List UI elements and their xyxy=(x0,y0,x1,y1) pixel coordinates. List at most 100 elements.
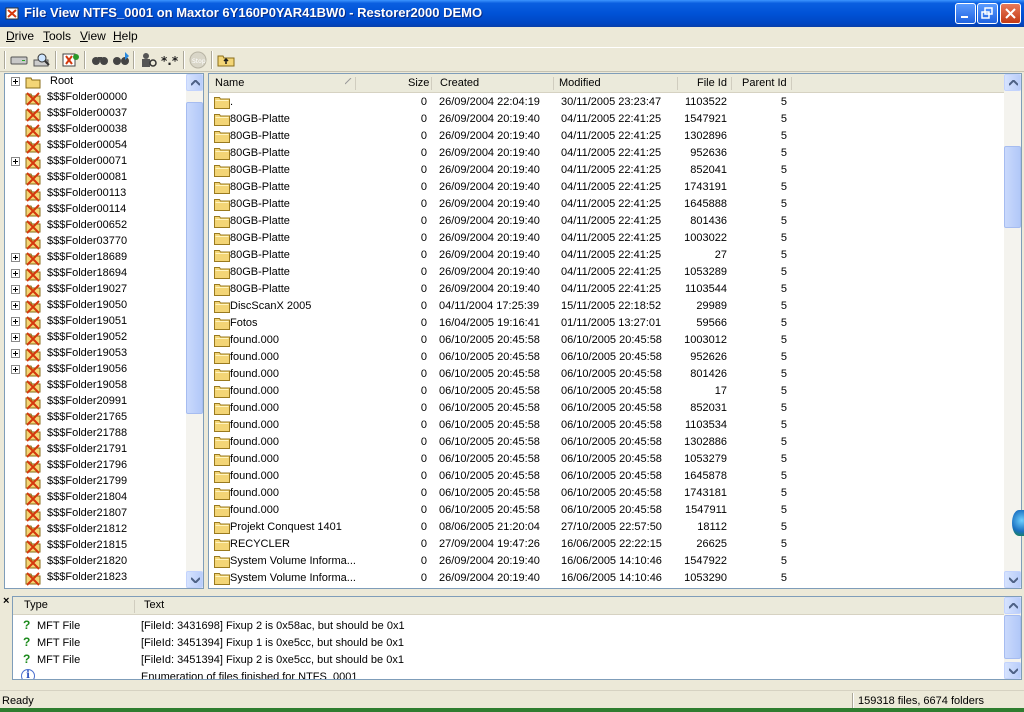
drive-icon[interactable] xyxy=(9,51,29,69)
table-row[interactable]: 80GB-Platte 0 26/09/2004 20:19:40 04/11/200… xyxy=(209,264,1005,281)
file-list[interactable]: Name Size Created Modified File Id Paren… xyxy=(208,73,1022,589)
table-row[interactable]: 80GB-Platte 0 26/09/2004 20:19:40 04/11/200… xyxy=(209,145,1005,162)
log-row[interactable]: ? MFT File [FileId: 3451394] Fixup 1 is 0x… xyxy=(13,635,1005,652)
tree-item[interactable]: $$$Folder19053 xyxy=(5,346,189,362)
column-divider[interactable] xyxy=(553,77,554,90)
menu-view[interactable]: View xyxy=(80,29,106,43)
tree-item[interactable]: $$$Folder00652 xyxy=(5,218,189,234)
tree-item[interactable]: $$$Folder00038 xyxy=(5,122,189,138)
column-type[interactable]: Type xyxy=(24,599,48,611)
stop-icon[interactable]: Stop xyxy=(188,51,208,69)
table-row[interactable]: Projekt Conquest 1401 0 08/06/2005 21:20:0… xyxy=(209,519,1005,536)
tree-item[interactable]: $$$Folder21804 xyxy=(5,490,189,506)
scroll-down-button[interactable] xyxy=(1004,662,1021,679)
scroll-up-button[interactable] xyxy=(1004,597,1021,614)
log-row[interactable]: ? MFT File [FileId: 3451394] Fixup 2 is 0x… xyxy=(13,652,1005,669)
folder-tree[interactable]: Root $$$Folder00000 $$$Folder00037 $$$Fold… xyxy=(4,73,204,589)
expand-icon[interactable] xyxy=(11,77,20,86)
table-row[interactable]: found.000 0 06/10/2005 20:45:58 06/10/2005 … xyxy=(209,434,1005,451)
table-row[interactable]: 80GB-Platte 0 26/09/2004 20:19:40 04/11/200… xyxy=(209,162,1005,179)
table-row[interactable]: System Volume Informa... 0 26/09/2004 20:1… xyxy=(209,570,1005,587)
title-bar[interactable]: File View NTFS_0001 on Maxtor 6Y160P0YAR… xyxy=(0,0,1024,27)
up-folder-icon[interactable] xyxy=(216,51,236,69)
column-parent-id[interactable]: Parent Id xyxy=(742,77,787,89)
scroll-up-button[interactable] xyxy=(1004,74,1021,91)
menu-drive[interactable]: Drive xyxy=(6,29,34,43)
find-users-icon[interactable] xyxy=(139,51,159,69)
tree-item[interactable]: $$$Folder20991 xyxy=(5,394,189,410)
recover-icon[interactable] xyxy=(61,51,81,69)
close-log-button[interactable]: × xyxy=(3,595,9,607)
table-row[interactable]: 80GB-Platte 0 26/09/2004 20:19:40 04/11/200… xyxy=(209,281,1005,298)
tree-item[interactable]: $$$Folder00081 xyxy=(5,170,189,186)
table-row[interactable]: 80GB-Platte 0 26/09/2004 20:19:40 04/11/200… xyxy=(209,213,1005,230)
tree-item[interactable]: $$$Folder19050 xyxy=(5,298,189,314)
tree-item[interactable]: $$$Folder00037 xyxy=(5,106,189,122)
scroll-thumb[interactable] xyxy=(1004,146,1021,228)
table-row[interactable]: found.000 0 06/10/2005 20:45:58 06/10/2005 … xyxy=(209,349,1005,366)
column-divider[interactable] xyxy=(731,77,732,90)
tree-item[interactable]: $$$Folder21823 xyxy=(5,570,189,586)
scroll-down-button[interactable] xyxy=(1004,571,1021,588)
tree-item[interactable]: $$$Folder00114 xyxy=(5,202,189,218)
tree-item[interactable]: $$$Folder19058 xyxy=(5,378,189,394)
log-scrollbar[interactable] xyxy=(1004,597,1021,679)
tree-item[interactable]: $$$Folder21820 xyxy=(5,554,189,570)
table-row[interactable]: 80GB-Platte 0 26/09/2004 20:19:40 04/11/200… xyxy=(209,111,1005,128)
tree-item[interactable]: $$$Folder21812 xyxy=(5,522,189,538)
log-row[interactable]: i Enumeration of files finished for NTFS_… xyxy=(13,669,1005,679)
tree-item[interactable]: $$$Folder19056 xyxy=(5,362,189,378)
table-row[interactable]: System Volume Informa... 0 26/09/2004 20:1… xyxy=(209,553,1005,570)
table-row[interactable]: found.000 0 06/10/2005 20:45:58 06/10/2005 … xyxy=(209,451,1005,468)
table-row[interactable]: 80GB-Platte 0 26/09/2004 20:19:40 04/11/200… xyxy=(209,128,1005,145)
table-row[interactable]: found.000 0 06/10/2005 20:45:58 06/10/2005 … xyxy=(209,400,1005,417)
table-row[interactable]: found.000 0 06/10/2005 20:45:58 06/10/2005 … xyxy=(209,417,1005,434)
expand-icon[interactable] xyxy=(11,301,20,310)
expand-icon[interactable] xyxy=(11,253,20,262)
tree-item[interactable]: $$$Folder21788 xyxy=(5,426,189,442)
tree-item[interactable]: $$$Folder18694 xyxy=(5,266,189,282)
column-name[interactable]: Name xyxy=(215,77,244,89)
tree-item[interactable]: $$$Folder21796 xyxy=(5,458,189,474)
expand-icon[interactable] xyxy=(11,317,20,326)
find-icon[interactable] xyxy=(90,51,110,69)
table-row[interactable]: found.000 0 06/10/2005 20:45:58 06/10/2005 … xyxy=(209,366,1005,383)
column-modified[interactable]: Modified xyxy=(559,77,601,89)
table-row[interactable]: found.000 0 06/10/2005 20:45:58 06/10/2005 … xyxy=(209,485,1005,502)
log-list[interactable]: Type Text ? MFT File [FileId: 3431698] Fix… xyxy=(12,596,1022,680)
scan-icon[interactable] xyxy=(32,51,52,69)
column-divider[interactable] xyxy=(677,77,678,90)
tree-item[interactable]: $$$Folder00000 xyxy=(5,90,189,106)
tree-item[interactable]: $$$Folder19027 xyxy=(5,282,189,298)
tree-item[interactable]: $$$Folder21815 xyxy=(5,538,189,554)
table-row[interactable]: . 0 26/09/2004 22:04:19 30/11/2005 23:23:47… xyxy=(209,94,1005,111)
expand-icon[interactable] xyxy=(11,285,20,294)
scroll-thumb[interactable] xyxy=(186,102,203,414)
table-row[interactable]: found.000 0 06/10/2005 20:45:58 06/10/2005 … xyxy=(209,502,1005,519)
tree-item[interactable]: $$$Folder18689 xyxy=(5,250,189,266)
menu-tools[interactable]: Tools xyxy=(43,29,71,43)
column-size[interactable]: Size xyxy=(408,77,429,89)
close-button[interactable] xyxy=(1000,3,1021,24)
column-divider[interactable] xyxy=(431,77,432,90)
expand-icon[interactable] xyxy=(11,269,20,278)
scroll-thumb[interactable] xyxy=(1004,615,1021,659)
log-row[interactable]: ? MFT File [FileId: 3431698] Fixup 2 is 0x… xyxy=(13,618,1005,635)
table-row[interactable]: Fotos 0 16/04/2005 19:16:41 01/11/2005 13:2… xyxy=(209,315,1005,332)
table-row[interactable]: RECYCLER 0 27/09/2004 19:47:26 16/06/2005 2… xyxy=(209,536,1005,553)
mask-icon[interactable]: *.* xyxy=(160,51,180,69)
scroll-up-button[interactable] xyxy=(186,74,203,91)
tree-item[interactable]: $$$Folder00054 xyxy=(5,138,189,154)
tree-item[interactable]: $$$Folder03770 xyxy=(5,234,189,250)
tree-scrollbar[interactable] xyxy=(186,74,203,588)
column-created[interactable]: Created xyxy=(440,77,479,89)
find-next-icon[interactable] xyxy=(111,51,131,69)
restore-button[interactable] xyxy=(977,3,998,24)
table-row[interactable]: DiscScanX 2005 0 04/11/2004 17:25:39 15/11/… xyxy=(209,298,1005,315)
tree-item[interactable]: $$$Folder19052 xyxy=(5,330,189,346)
minimize-button[interactable] xyxy=(955,3,976,24)
tree-root[interactable]: Root xyxy=(5,74,189,90)
tree-item[interactable]: $$$Folder00071 xyxy=(5,154,189,170)
column-divider[interactable] xyxy=(355,77,356,90)
tree-item[interactable]: $$$Folder21765 xyxy=(5,410,189,426)
